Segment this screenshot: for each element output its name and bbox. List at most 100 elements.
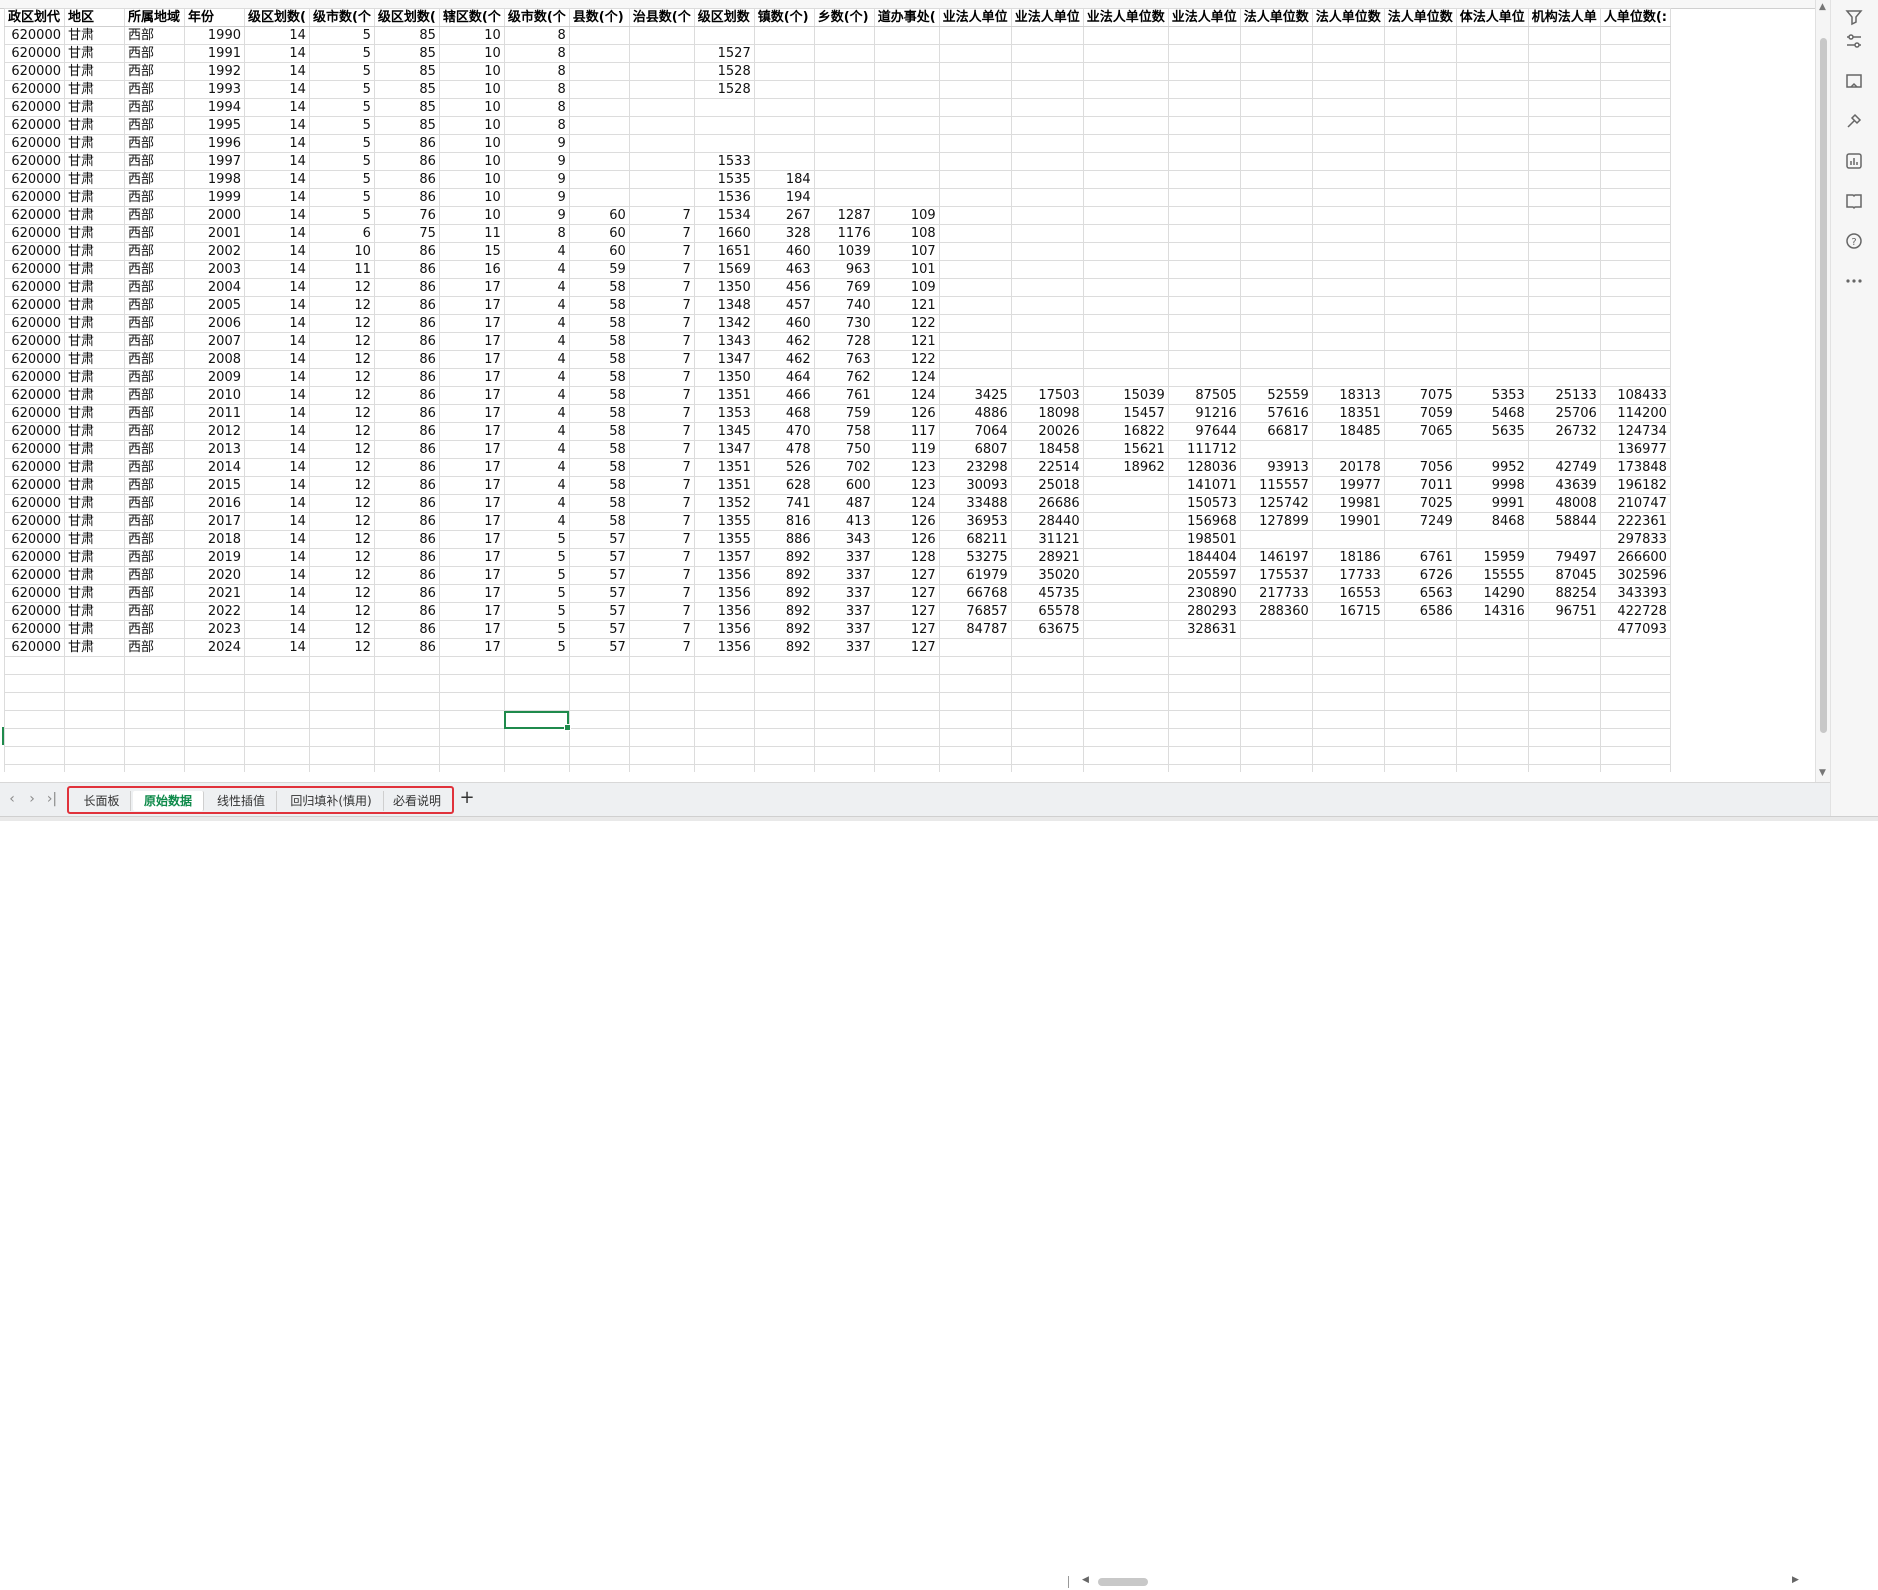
table-cell[interactable]: 甘肃 (64, 80, 125, 99)
table-cell[interactable]: 124734 (1599, 422, 1671, 441)
table-cell[interactable] (873, 746, 940, 765)
table-cell[interactable]: 西部 (124, 602, 185, 621)
table-cell[interactable]: 17 (438, 638, 505, 657)
table-cell[interactable] (873, 134, 940, 153)
table-cell[interactable] (753, 674, 815, 693)
table-cell[interactable]: 57 (568, 548, 630, 567)
table-cell[interactable]: 1992 (184, 62, 245, 81)
table-cell[interactable]: 甘肃 (64, 368, 125, 387)
table-cell[interactable]: 12 (308, 620, 375, 639)
table-cell[interactable] (1167, 350, 1241, 369)
table-cell[interactable]: 15555 (1455, 566, 1529, 585)
table-cell[interactable]: 1352 (693, 494, 755, 513)
table-cell[interactable] (1167, 674, 1241, 693)
table-cell[interactable]: 12 (308, 566, 375, 585)
table-cell[interactable] (124, 710, 185, 729)
table-cell[interactable] (1599, 98, 1671, 117)
table-cell[interactable] (1311, 26, 1385, 45)
table-cell[interactable]: 4 (503, 242, 570, 261)
table-cell[interactable]: 620000 (4, 422, 65, 441)
table-cell[interactable] (938, 368, 1012, 387)
table-cell[interactable]: 14 (244, 278, 310, 297)
table-cell[interactable] (1082, 566, 1169, 585)
table-cell[interactable] (1311, 728, 1385, 747)
table-cell[interactable]: 1528 (693, 80, 755, 99)
table-cell[interactable]: 892 (753, 584, 815, 603)
table-cell[interactable] (1167, 188, 1241, 207)
table-cell[interactable] (938, 278, 1012, 297)
table-cell[interactable] (628, 116, 695, 135)
table-cell[interactable] (1383, 440, 1457, 459)
table-cell[interactable]: 17 (438, 476, 505, 495)
table-cell[interactable]: 5 (308, 98, 375, 117)
table-cell[interactable] (1239, 80, 1313, 99)
table-cell[interactable]: 86 (373, 404, 440, 423)
table-cell[interactable]: 337 (813, 548, 875, 567)
table-cell[interactable] (1082, 602, 1169, 621)
column-header[interactable]: 机构法人单 (1527, 8, 1601, 27)
table-cell[interactable]: 1994 (184, 98, 245, 117)
table-cell[interactable]: 2000 (184, 206, 245, 225)
table-cell[interactable] (124, 656, 185, 675)
table-cell[interactable] (1599, 674, 1671, 693)
table-cell[interactable]: 6 (308, 224, 375, 243)
table-cell[interactable] (1082, 116, 1169, 135)
table-cell[interactable]: 7059 (1383, 404, 1457, 423)
table-cell[interactable] (568, 692, 630, 711)
table-cell[interactable] (1455, 242, 1529, 261)
table-cell[interactable] (1527, 440, 1601, 459)
table-cell[interactable]: 17 (438, 332, 505, 351)
table-cell[interactable] (1527, 224, 1601, 243)
table-cell[interactable] (813, 728, 875, 747)
table-cell[interactable] (873, 62, 940, 81)
table-cell[interactable] (4, 674, 65, 693)
table-cell[interactable]: 7025 (1383, 494, 1457, 513)
table-cell[interactable]: 1356 (693, 584, 755, 603)
table-cell[interactable]: 1176 (813, 224, 875, 243)
table-cell[interactable] (1239, 224, 1313, 243)
table-cell[interactable] (244, 656, 310, 675)
table-cell[interactable]: 63675 (1010, 620, 1084, 639)
table-cell[interactable] (1239, 368, 1313, 387)
table-cell[interactable] (308, 692, 375, 711)
table-cell[interactable]: 1569 (693, 260, 755, 279)
table-cell[interactable]: 4 (503, 476, 570, 495)
table-cell[interactable]: 5 (308, 206, 375, 225)
table-cell[interactable]: 620000 (4, 296, 65, 315)
table-cell[interactable]: 15039 (1082, 386, 1169, 405)
table-cell[interactable]: 750 (813, 440, 875, 459)
table-cell[interactable] (1383, 44, 1457, 63)
table-cell[interactable]: 1353 (693, 404, 755, 423)
table-cell[interactable]: 12 (308, 314, 375, 333)
table-cell[interactable]: 86 (373, 566, 440, 585)
table-cell[interactable] (1599, 764, 1671, 772)
table-cell[interactable]: 甘肃 (64, 512, 125, 531)
table-cell[interactable]: 4 (503, 350, 570, 369)
table-cell[interactable]: 2001 (184, 224, 245, 243)
table-cell[interactable]: 甘肃 (64, 116, 125, 135)
table-cell[interactable]: 86 (373, 440, 440, 459)
table-cell[interactable] (1010, 170, 1084, 189)
table-cell[interactable] (1527, 62, 1601, 81)
column-header[interactable]: 县数(个) (568, 8, 630, 27)
table-cell[interactable]: 121 (873, 332, 940, 351)
table-cell[interactable] (373, 674, 440, 693)
data-table[interactable]: 政区划代 地区 所属地域 年份 级区划数(级市数(个 级区划数(辖区数(个 级市数(个 县数(… (4, 8, 1671, 772)
table-cell[interactable]: 45735 (1010, 584, 1084, 603)
table-cell[interactable]: 763 (813, 350, 875, 369)
table-cell[interactable]: 86 (373, 584, 440, 603)
table-cell[interactable] (1383, 224, 1457, 243)
table-cell[interactable]: 230890 (1167, 584, 1241, 603)
table-cell[interactable]: 2018 (184, 530, 245, 549)
table-cell[interactable] (438, 764, 505, 772)
table-cell[interactable] (503, 746, 570, 765)
table-cell[interactable]: 西部 (124, 44, 185, 63)
table-cell[interactable]: 758 (813, 422, 875, 441)
chart-icon[interactable] (1843, 150, 1865, 172)
table-cell[interactable] (1082, 530, 1169, 549)
table-cell[interactable]: 328 (753, 224, 815, 243)
table-cell[interactable] (628, 26, 695, 45)
table-cell[interactable]: 184404 (1167, 548, 1241, 567)
table-cell[interactable]: 甘肃 (64, 224, 125, 243)
table-cell[interactable] (1455, 224, 1529, 243)
